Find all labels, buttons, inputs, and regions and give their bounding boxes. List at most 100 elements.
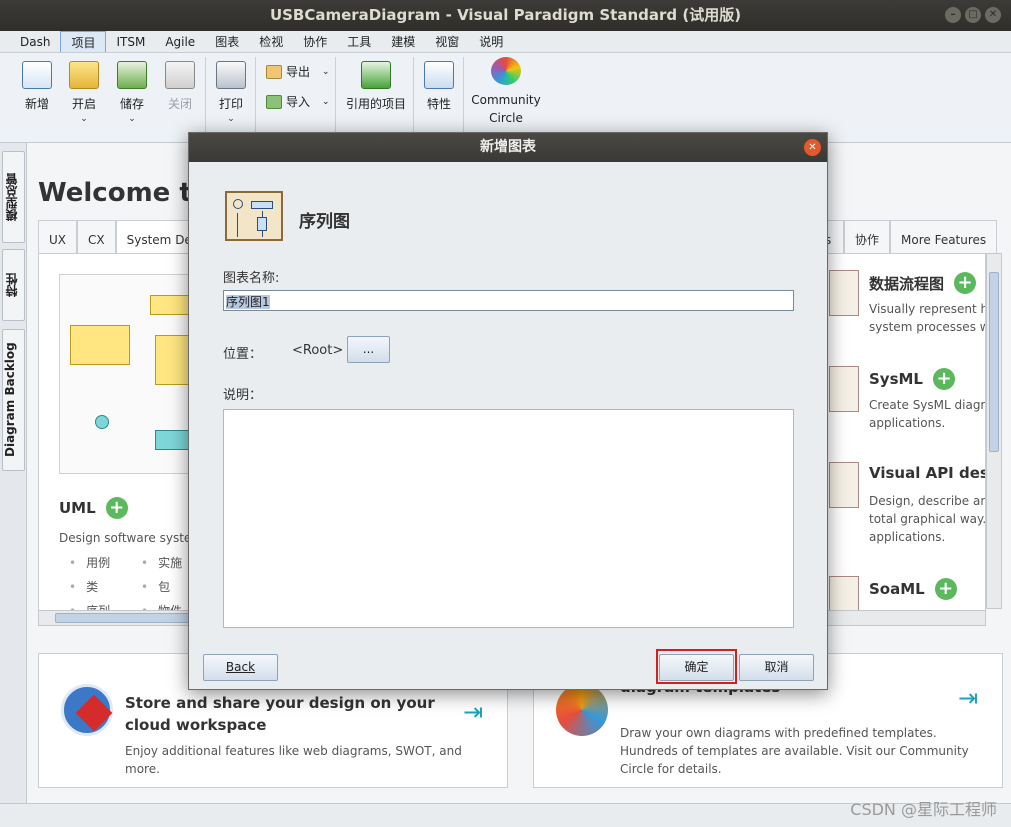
sysml-desc: Create SysML diagra applications. (869, 398, 986, 430)
ok-button[interactable]: 确定 (659, 654, 734, 681)
menu-modeling[interactable]: 建模 (381, 31, 425, 52)
import-label: 导入 (286, 95, 311, 109)
ribbon-toolbar: 新增 开启 ⌄ 储存 ⌄ 关闭 打印 ⌄ 导出 ⌄ 导入 ⌄ 引用的项目 特性 … (0, 53, 1011, 143)
dialog-close-icon[interactable]: ✕ (804, 139, 821, 156)
menu-dash[interactable]: Dash (10, 31, 60, 52)
save-icon (117, 61, 147, 89)
back-button[interactable]: Back (203, 654, 278, 681)
new-project-button[interactable]: 新增 (15, 61, 59, 112)
minimize-button[interactable]: – (945, 7, 961, 23)
save-project-button[interactable]: 储存 ⌄ (110, 61, 154, 124)
export-label: 导出 (286, 65, 311, 79)
side-tab-diagram-backlog[interactable]: Diagram Backlog (2, 329, 25, 471)
add-icon[interactable]: + (105, 497, 128, 519)
location-value: <Root> (292, 343, 344, 358)
window-close-button[interactable]: ✕ (985, 7, 1001, 23)
scroll-thumb[interactable] (55, 613, 205, 623)
import-icon (266, 94, 282, 109)
properties-icon (424, 61, 454, 89)
menu-team[interactable]: 协作 (293, 31, 337, 52)
add-icon[interactable]: + (954, 272, 977, 294)
diagram-category-tabs-right: s 协作 More Features (818, 220, 998, 254)
ribbon-group-print: 打印 ⌄ (206, 57, 256, 137)
cloud-workspace-desc: Enjoy additional features like web diagr… (125, 744, 462, 776)
window-title: USBCameraDiagram - Visual Paradigm Stand… (269, 6, 742, 24)
add-icon[interactable]: + (934, 578, 957, 600)
import-button[interactable]: 导入 ⌄ (266, 93, 330, 110)
tab-more-features[interactable]: More Features (890, 220, 998, 254)
ribbon-group-referenced: 引用的项目 (336, 57, 414, 137)
diagram-name-label: 图表名称: (223, 271, 280, 286)
save-project-label: 储存 (119, 97, 144, 111)
properties-button[interactable]: 特性 (417, 61, 461, 112)
cancel-button[interactable]: 取消 (739, 654, 814, 681)
uml-item-use-case[interactable]: 用例 (69, 554, 141, 571)
close-project-label: 关闭 (167, 97, 192, 111)
export-icon (266, 64, 282, 79)
chevron-down-icon: ⌄ (322, 66, 330, 77)
data-flow-desc: Visually represent ho system processes wi (869, 302, 986, 334)
tab-team[interactable]: 协作 (844, 220, 891, 254)
tab-cx[interactable]: CX (77, 220, 116, 254)
side-tab-model-explorer[interactable]: 模型总管 (2, 151, 25, 243)
cloud-workspace-title: Store and share your design on your clou… (125, 694, 435, 734)
uml-card-title[interactable]: UML + (59, 497, 128, 519)
chevron-down-icon: ⌄ (227, 114, 235, 124)
export-button[interactable]: 导出 ⌄ (266, 63, 330, 80)
open-project-label: 开启 (71, 97, 96, 111)
chevron-down-icon: ⌄ (128, 114, 136, 124)
close-project-button[interactable]: 关闭 (158, 61, 202, 112)
soaml-title: SoaML + (869, 578, 957, 600)
add-icon[interactable]: + (933, 368, 955, 390)
side-tab-properties[interactable]: 特性 (2, 249, 25, 321)
uml-description: Design software syster (59, 531, 197, 545)
print-button[interactable]: 打印 ⌄ (209, 61, 253, 124)
diagram-category-tabs-left: UX CX System Des (38, 220, 196, 254)
ribbon-group-properties: 特性 (414, 57, 464, 137)
scroll-thumb[interactable] (989, 272, 999, 452)
gallery-vertical-scrollbar[interactable] (986, 253, 1002, 609)
api-design-thumbnail (829, 462, 859, 508)
uml-item-class[interactable]: 类 (69, 578, 141, 595)
data-flow-thumbnail (829, 270, 859, 316)
menu-itsm[interactable]: ITSM (106, 31, 155, 52)
menu-tools[interactable]: 工具 (337, 31, 381, 52)
uml-title-text: UML (59, 499, 96, 517)
open-project-button[interactable]: 开启 ⌄ (62, 61, 106, 124)
menu-diagram[interactable]: 图表 (205, 31, 249, 52)
tab-ux[interactable]: UX (38, 220, 78, 254)
tab-system-design[interactable]: System Des (115, 220, 196, 254)
watermark: CSDN @星际工程师 (850, 800, 997, 819)
menu-window[interactable]: 视窗 (425, 31, 469, 52)
new-project-label: 新增 (24, 97, 49, 111)
menu-agile[interactable]: Agile (155, 31, 205, 52)
community-circle-icon (491, 57, 521, 85)
menu-bar: Dash 项目 ITSM Agile 图表 检视 协作 工具 建模 视窗 说明 (0, 31, 1011, 53)
maximize-button[interactable]: □ (965, 7, 981, 23)
soaml-thumbnail (829, 576, 859, 612)
referenced-project-label: 引用的项目 (345, 97, 406, 111)
new-diagram-dialog: 新增图表 ✕ 序列图 图表名称: 序列图1 位置： <Root> ... 说明：… (188, 132, 828, 690)
diagram-name-value: 序列图1 (226, 295, 270, 309)
description-label: 说明： (223, 388, 263, 403)
new-project-icon (22, 61, 52, 89)
enter-arrow-icon[interactable]: ⇥ (463, 698, 483, 726)
community-circle-button[interactable]: Community Circle (470, 57, 542, 127)
browse-location-button[interactable]: ... (347, 336, 390, 363)
templates-icon (556, 684, 608, 736)
diagram-name-field[interactable]: 序列图1 (223, 290, 794, 311)
printer-icon (216, 61, 246, 89)
referenced-project-button[interactable]: 引用的项目 (340, 61, 412, 112)
side-panel-tabs: 模型总管 特性 Diagram Backlog (0, 143, 27, 803)
diagram-templates-desc: Draw your own diagrams with predefined t… (620, 726, 969, 776)
description-textarea[interactable] (223, 409, 794, 628)
menu-help[interactable]: 说明 (469, 31, 513, 52)
enter-arrow-icon[interactable]: ⇥ (958, 684, 978, 712)
menu-project[interactable]: 项目 (60, 31, 107, 52)
menu-view[interactable]: 检视 (249, 31, 293, 52)
uml-thumbnail[interactable] (59, 274, 200, 474)
window-controls: – □ ✕ (945, 7, 1001, 23)
api-design-desc: Design, describe and total graphical way.… (869, 494, 986, 544)
location-label: 位置： (223, 347, 263, 362)
close-project-icon (165, 61, 195, 89)
